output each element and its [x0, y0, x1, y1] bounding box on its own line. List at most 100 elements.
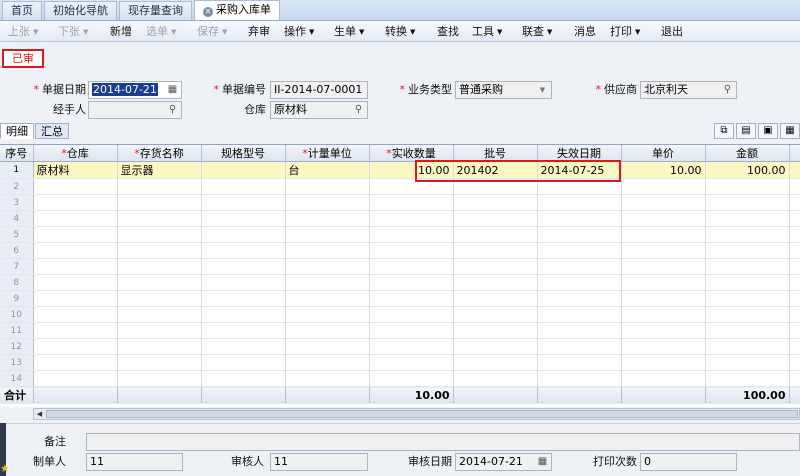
- dropdown-arrow-icon[interactable]: ▼: [534, 82, 551, 98]
- grid-cell[interactable]: [537, 226, 622, 243]
- grid-cell[interactable]: [33, 242, 118, 259]
- cell-unit[interactable]: 台: [285, 161, 370, 179]
- grid-cell[interactable]: [33, 258, 118, 275]
- cell-warehouse[interactable]: 原材料: [33, 161, 118, 179]
- grid-cell[interactable]: [537, 274, 622, 291]
- tab-home[interactable]: 首页: [2, 1, 42, 20]
- col-header[interactable]: 规格型号: [201, 145, 286, 162]
- grid-cell[interactable]: [285, 226, 370, 243]
- table-row[interactable]: 14: [0, 370, 800, 387]
- grid-settings-icon[interactable]: ▦: [780, 123, 800, 139]
- scrollbar-thumb[interactable]: [46, 410, 798, 418]
- grid-cell[interactable]: [453, 338, 538, 355]
- grid-cell[interactable]: [453, 194, 538, 211]
- table-row[interactable]: 10: [0, 306, 800, 323]
- grid-cell[interactable]: [33, 274, 118, 291]
- calendar-icon[interactable]: ▦: [164, 82, 181, 98]
- grid-cell[interactable]: [201, 178, 286, 195]
- cell-expiry[interactable]: 2014-07-25: [537, 161, 622, 179]
- cell-item[interactable]: 显示器: [117, 161, 202, 179]
- grid-cell[interactable]: [537, 354, 622, 371]
- col-header[interactable]: *计量单位: [285, 145, 370, 162]
- grid-cell[interactable]: [33, 210, 118, 227]
- print-button[interactable]: 打印 ▼: [610, 21, 640, 42]
- cell-qty[interactable]: 10.00: [369, 161, 454, 179]
- grid-cell[interactable]: [201, 210, 286, 227]
- grid-cell[interactable]: [33, 338, 118, 355]
- grid-cell[interactable]: [369, 338, 454, 355]
- grid-cell[interactable]: [537, 338, 622, 355]
- grid-cell[interactable]: [705, 194, 790, 211]
- grid-cell[interactable]: [705, 290, 790, 307]
- grid-cell[interactable]: [201, 194, 286, 211]
- table-row[interactable]: 3: [0, 194, 800, 211]
- exit-button[interactable]: 退出: [661, 21, 683, 42]
- grid-cell[interactable]: [117, 242, 202, 259]
- grid-cell[interactable]: [537, 178, 622, 195]
- table-row[interactable]: 2: [0, 178, 800, 195]
- paste-row-icon[interactable]: ▤: [736, 123, 756, 139]
- cell-amount[interactable]: 100.00: [705, 161, 790, 179]
- unaudit-button[interactable]: 弃审: [248, 21, 270, 42]
- table-row[interactable]: 6: [0, 242, 800, 259]
- grid-cell[interactable]: [117, 290, 202, 307]
- grid-cell[interactable]: [537, 306, 622, 323]
- col-header[interactable]: 失效日期: [537, 145, 622, 162]
- grid-cell[interactable]: [369, 290, 454, 307]
- cell-price[interactable]: 10.00: [621, 161, 706, 179]
- remark-field[interactable]: [86, 433, 800, 451]
- table-row[interactable]: 11: [0, 322, 800, 339]
- grid-cell[interactable]: [117, 354, 202, 371]
- col-header[interactable]: 批号: [453, 145, 538, 162]
- grid-cell[interactable]: [33, 370, 118, 387]
- grid-cell[interactable]: [705, 226, 790, 243]
- search-icon[interactable]: ⚲: [164, 102, 181, 118]
- add-row-icon[interactable]: ▣: [758, 123, 778, 139]
- grid-cell[interactable]: [453, 258, 538, 275]
- tab-purchase-receipt[interactable]: ✕ 采购入库单: [194, 0, 280, 20]
- grid-cell[interactable]: [453, 322, 538, 339]
- grid-cell[interactable]: [117, 306, 202, 323]
- col-header[interactable]: *存货名称: [117, 145, 202, 162]
- message-button[interactable]: 消息: [574, 21, 596, 42]
- col-header[interactable]: *仓库: [33, 145, 118, 162]
- grid-cell[interactable]: [369, 322, 454, 339]
- grid-cell[interactable]: [537, 194, 622, 211]
- grid-cell[interactable]: [705, 306, 790, 323]
- grid-cell[interactable]: [117, 210, 202, 227]
- select-source-button[interactable]: 选单 ▼: [146, 21, 176, 42]
- grid-cell[interactable]: [33, 322, 118, 339]
- grid-cell[interactable]: [285, 370, 370, 387]
- date-field[interactable]: 2014-07-21 ▦: [88, 81, 182, 99]
- table-row[interactable]: 13: [0, 354, 800, 371]
- grid-cell[interactable]: [285, 274, 370, 291]
- grid-cell[interactable]: [369, 178, 454, 195]
- table-row[interactable]: 4: [0, 210, 800, 227]
- cell-spec[interactable]: [201, 161, 286, 179]
- grid-cell[interactable]: [537, 290, 622, 307]
- grid-cell[interactable]: [705, 274, 790, 291]
- grid-cell[interactable]: [117, 274, 202, 291]
- next-button[interactable]: 下张 ▼: [58, 21, 88, 42]
- grid-cell[interactable]: [369, 354, 454, 371]
- cell-batch[interactable]: 201402: [453, 161, 538, 179]
- search-icon[interactable]: ⚲: [350, 102, 367, 118]
- col-header[interactable]: 金额: [705, 145, 790, 162]
- grid-cell[interactable]: [33, 306, 118, 323]
- copy-row-icon[interactable]: ⧉: [714, 123, 734, 139]
- grid-cell[interactable]: [621, 210, 706, 227]
- grid-cell[interactable]: [705, 354, 790, 371]
- grid-cell[interactable]: [537, 242, 622, 259]
- table-row[interactable]: 9: [0, 290, 800, 307]
- doc-no-field[interactable]: II-2014-07-0001: [270, 81, 368, 99]
- grid-cell[interactable]: [621, 354, 706, 371]
- grid-cell[interactable]: [621, 370, 706, 387]
- grid-cell[interactable]: [621, 322, 706, 339]
- horizontal-scrollbar[interactable]: ◀: [33, 408, 800, 420]
- grid-cell[interactable]: [537, 322, 622, 339]
- grid-cell[interactable]: [285, 338, 370, 355]
- grid-cell[interactable]: [117, 258, 202, 275]
- grid-cell[interactable]: [621, 178, 706, 195]
- col-header[interactable]: 序号: [0, 145, 34, 162]
- scroll-left-icon[interactable]: ◀: [34, 409, 45, 419]
